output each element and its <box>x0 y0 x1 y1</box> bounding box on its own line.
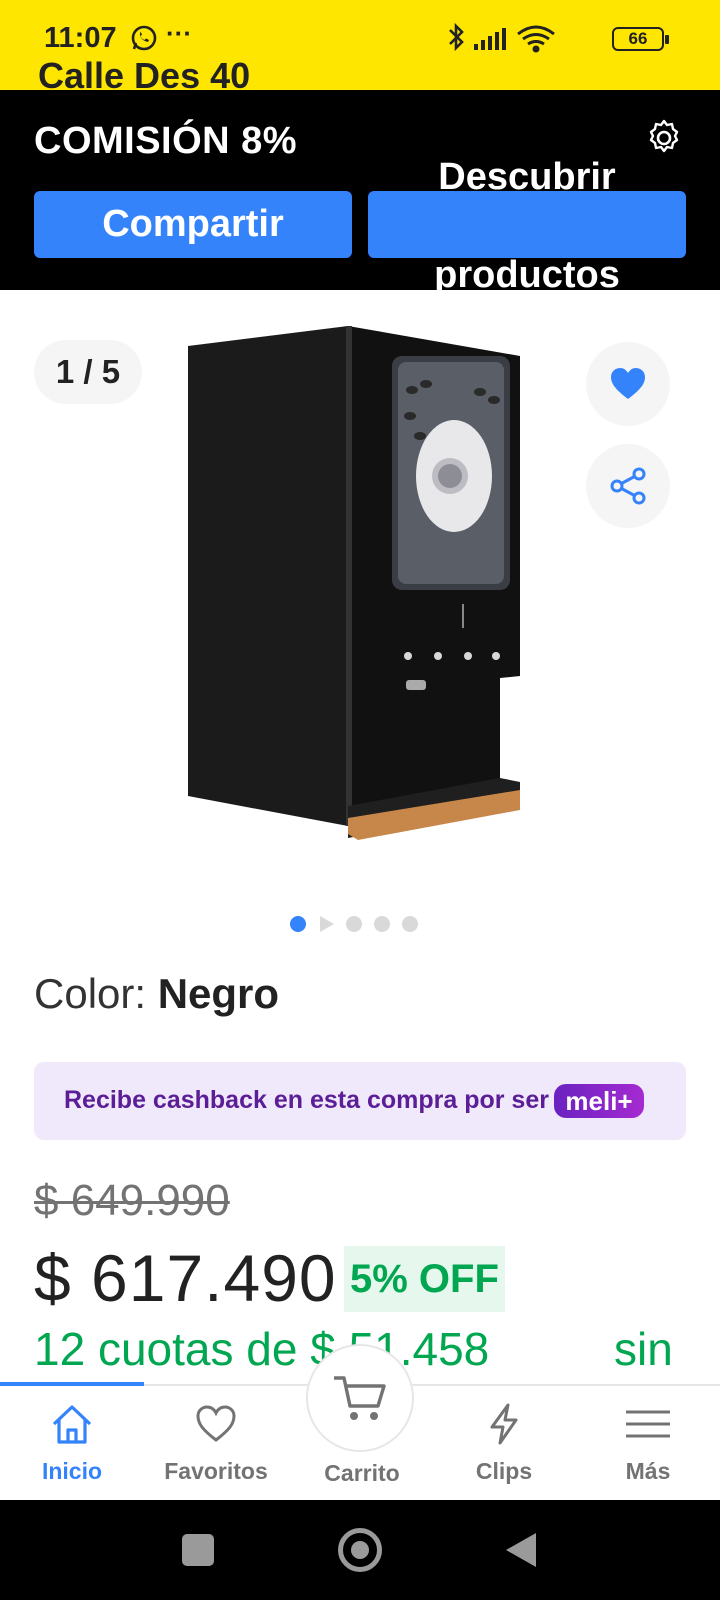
image-counter: 1 / 5 <box>34 340 142 404</box>
tab-clips[interactable]: Clips <box>432 1386 576 1502</box>
product-image[interactable] <box>180 326 540 856</box>
system-navigation-bar <box>0 1500 720 1600</box>
cashback-text: Recibe cashback en esta compra por ser <box>64 1086 549 1114</box>
original-price: $ 649.990 <box>34 1176 230 1225</box>
bottom-tab-bar: Inicio Favoritos Carrito Clips Más <box>0 1344 720 1502</box>
tab-label: Clips <box>475 1458 533 1484</box>
meli-plus-badge: meli+ <box>554 1084 644 1118</box>
pagination-dot[interactable] <box>402 916 418 932</box>
color-value: Negro <box>157 970 280 1017</box>
share-product-button[interactable] <box>586 444 670 528</box>
bluetooth-icon <box>449 22 464 52</box>
color-label: Color: <box>34 970 158 1017</box>
installments-info: 12 cuotas de $ 51.458 sin <box>34 1322 673 1376</box>
home-icon <box>52 1405 92 1444</box>
status-bar: 11:07 ··· Calle Des 40 66 <box>0 0 720 90</box>
heart-outline-icon <box>196 1405 236 1442</box>
more-dots-icon: ··· <box>166 18 192 48</box>
tab-favoritos[interactable]: Favoritos <box>144 1386 288 1502</box>
tab-label: Carrito <box>324 1460 400 1486</box>
discover-products-button[interactable]: Descubrir productos <box>368 156 686 296</box>
installments-text: 12 cuotas de $ 51.458 <box>34 1323 490 1375</box>
address-peek: Calle Des 40 <box>38 55 251 91</box>
heart-icon <box>611 368 645 399</box>
status-time: 11:07 <box>44 22 117 54</box>
tab-label: Favoritos <box>164 1458 268 1484</box>
gear-icon[interactable] <box>644 118 684 158</box>
cart-icon <box>334 1376 386 1420</box>
back-button[interactable] <box>506 1533 536 1567</box>
share-button[interactable]: Compartir <box>34 191 352 258</box>
pagination-dot[interactable] <box>346 916 362 932</box>
signal-icon <box>474 28 506 50</box>
discount-badge: 5% OFF <box>344 1246 505 1312</box>
system-icons <box>449 22 555 53</box>
home-button[interactable] <box>338 1528 382 1572</box>
gallery-pagination <box>0 916 720 936</box>
cashback-banner[interactable]: Recibe cashback en esta compra por ser m… <box>34 1062 686 1140</box>
wifi-icon <box>517 25 555 53</box>
tab-label: Más <box>625 1458 671 1484</box>
tab-inicio[interactable]: Inicio <box>0 1386 144 1502</box>
menu-icon <box>626 1410 670 1438</box>
pagination-dot[interactable] <box>374 916 390 932</box>
share-icon <box>610 467 646 505</box>
affiliate-bar: COMISIÓN 8% Compartir Descubrir producto… <box>0 90 720 296</box>
tab-mas[interactable]: Más <box>576 1386 720 1502</box>
color-selector: Color: Negro <box>34 970 279 1018</box>
battery-icon: 66 <box>612 27 669 51</box>
whatsapp-icon <box>131 25 157 51</box>
lightning-icon <box>490 1403 518 1445</box>
product-gallery[interactable]: 1 / 5 <box>0 290 720 932</box>
installments-suffix: sin <box>614 1323 673 1375</box>
pagination-dot[interactable] <box>290 916 306 932</box>
video-dot-icon[interactable] <box>320 916 334 932</box>
discover-label-line1: Descubrir <box>438 156 616 198</box>
tab-label: Inicio <box>41 1458 103 1484</box>
commission-label: COMISIÓN 8% <box>34 120 298 162</box>
current-price: $ 617.490 <box>34 1241 337 1315</box>
tab-carrito[interactable] <box>306 1344 414 1452</box>
favorite-button[interactable] <box>586 342 670 426</box>
recents-button[interactable] <box>182 1534 214 1566</box>
